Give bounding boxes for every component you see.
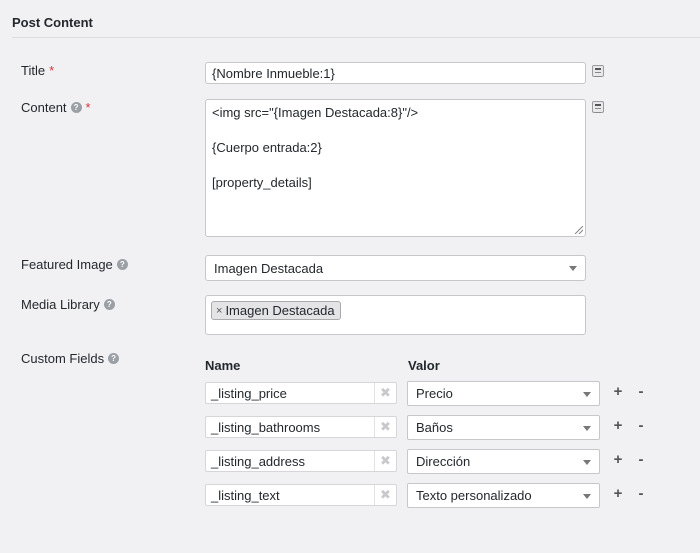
media-library-label: Media Library [21, 297, 100, 312]
content-line-blank [212, 157, 579, 174]
custom-field-name-input[interactable]: _listing_price ✖ [205, 382, 397, 404]
custom-field-name-value: _listing_price [211, 385, 287, 401]
content-line-blank [212, 122, 579, 139]
textarea-resize-handle[interactable] [575, 226, 583, 234]
media-library-chip: × Imagen Destacada [211, 301, 341, 320]
featured-image-label-group: Featured Image ? [21, 257, 128, 272]
custom-field-valor-value: Dirección [416, 454, 471, 469]
title-label-group: Title * [21, 63, 54, 78]
chevron-down-icon [583, 459, 591, 465]
featured-image-selected-value: Imagen Destacada [214, 260, 324, 276]
clear-icon[interactable]: ✖ [374, 451, 396, 471]
clear-icon[interactable]: ✖ [374, 417, 396, 437]
section-title: Post Content [12, 15, 93, 30]
title-required-mark: * [49, 63, 55, 78]
custom-field-name-input[interactable]: _listing_address ✖ [205, 450, 397, 472]
featured-image-help-icon[interactable]: ? [116, 259, 128, 270]
media-library-chip-label: Imagen Destacada [225, 303, 335, 318]
featured-image-select[interactable]: Imagen Destacada [205, 255, 586, 281]
chevron-down-icon [583, 493, 591, 499]
custom-field-name-input[interactable]: _listing_text ✖ [205, 484, 397, 506]
custom-fields-help-icon[interactable]: ? [108, 353, 120, 364]
media-library-multiselect[interactable]: × Imagen Destacada [205, 295, 586, 335]
content-required-mark: * [85, 100, 91, 115]
featured-image-label: Featured Image [21, 257, 113, 272]
content-line-1: <img src="{Imagen Destacada:8}"/> [212, 105, 419, 120]
clear-icon[interactable]: ✖ [374, 485, 396, 505]
custom-field-name-value: _listing_text [211, 487, 280, 503]
add-row-button[interactable]: + [612, 418, 624, 433]
content-help-icon[interactable]: ? [70, 102, 82, 113]
content-line-3: [property_details] [212, 175, 312, 190]
custom-field-valor-value: Baños [416, 420, 453, 435]
section-divider [12, 37, 700, 38]
chevron-down-icon [583, 391, 591, 397]
media-library-help-icon[interactable]: ? [103, 299, 115, 310]
content-line-2: {Cuerpo entrada:2} [212, 140, 322, 155]
title-input-value: {Nombre Inmueble:1} [212, 65, 335, 81]
chip-remove-icon[interactable]: × [216, 305, 222, 317]
content-label: Content [21, 100, 67, 115]
remove-row-button[interactable]: - [635, 486, 647, 501]
chevron-down-icon [583, 425, 591, 431]
custom-field-valor-value: Texto personalizado [416, 488, 532, 503]
custom-field-name-value: _listing_bathrooms [211, 419, 321, 435]
clear-icon[interactable]: ✖ [374, 383, 396, 403]
add-row-button[interactable]: + [612, 384, 624, 399]
custom-field-valor-select[interactable]: Precio [407, 381, 600, 406]
custom-field-valor-select[interactable]: Baños [407, 415, 600, 440]
add-row-button[interactable]: + [612, 486, 624, 501]
remove-row-button[interactable]: - [635, 384, 647, 399]
title-field-picker-icon[interactable] [592, 65, 604, 77]
chevron-down-icon [569, 266, 577, 271]
remove-row-button[interactable]: - [635, 452, 647, 467]
post-content-panel: Post Content Title * {Nombre Inmueble:1}… [0, 0, 700, 553]
media-library-label-group: Media Library ? [21, 297, 115, 312]
custom-fields-label: Custom Fields [21, 351, 105, 366]
custom-field-name-input[interactable]: _listing_bathrooms ✖ [205, 416, 397, 438]
custom-fields-name-header: Name [205, 358, 241, 373]
custom-field-valor-value: Precio [416, 386, 453, 401]
custom-field-valor-select[interactable]: Dirección [407, 449, 600, 474]
custom-field-valor-select[interactable]: Texto personalizado [407, 483, 600, 508]
custom-fields-label-group: Custom Fields ? [21, 351, 120, 366]
content-field-picker-icon[interactable] [592, 101, 604, 113]
add-row-button[interactable]: + [612, 452, 624, 467]
content-textarea[interactable]: <img src="{Imagen Destacada:8}"/> {Cuerp… [205, 99, 586, 237]
title-label: Title [21, 63, 46, 78]
content-label-group: Content ? * [21, 100, 91, 115]
remove-row-button[interactable]: - [635, 418, 647, 433]
custom-field-name-value: _listing_address [211, 453, 305, 469]
custom-fields-valor-header: Valor [408, 358, 440, 373]
title-input[interactable]: {Nombre Inmueble:1} [205, 62, 586, 84]
